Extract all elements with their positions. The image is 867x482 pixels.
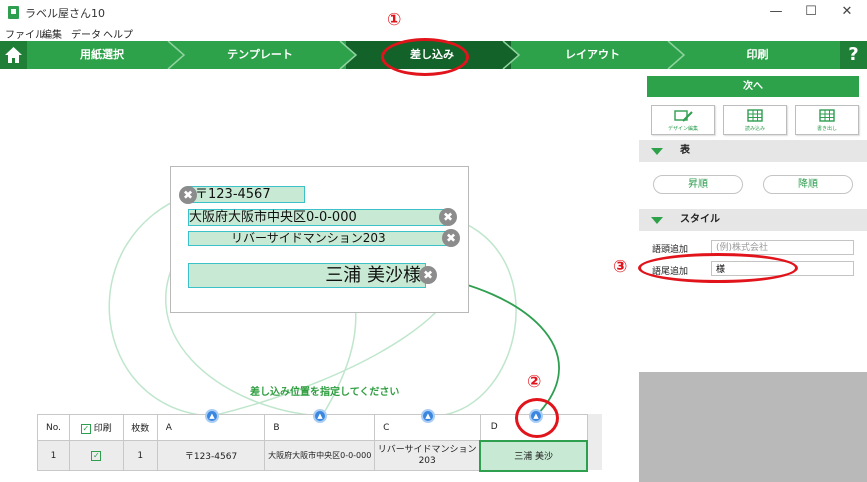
section-style-header[interactable]: スタイル xyxy=(639,209,867,231)
annotation-3: ③ xyxy=(613,257,628,277)
sort-descending-button[interactable]: 降順 xyxy=(763,175,853,194)
column-a-marker-icon[interactable]: ▲ xyxy=(205,409,219,423)
annotation-ellipse-1 xyxy=(381,38,469,76)
print-header-label: 印刷 xyxy=(93,424,112,434)
cell-b[interactable]: 大阪府大阪市中央区0-0-000 xyxy=(264,440,376,471)
collapse-triangle-icon xyxy=(651,217,663,224)
section-table-title: 表 xyxy=(680,145,690,156)
pencil-table-icon xyxy=(674,110,693,122)
column-b-marker-icon[interactable]: ▲ xyxy=(313,409,327,423)
annotation-ellipse-3 xyxy=(638,253,798,283)
collapse-triangle-icon xyxy=(651,148,663,155)
design-edit-button[interactable]: デザイン編集 xyxy=(651,105,715,135)
delete-icon[interactable]: ✖ xyxy=(419,266,437,284)
checkbox-icon[interactable]: ✓ xyxy=(80,423,91,434)
table-export-icon xyxy=(819,109,835,122)
column-header-print[interactable]: ✓ 印刷 xyxy=(68,414,124,441)
data-table: No. ✓ 印刷 枚数 A B C D 1 ✓ 1 〒123-4567 大阪府大… xyxy=(37,414,588,472)
field-address[interactable]: 大阪府大阪市中央区0-0-000 xyxy=(188,209,446,226)
delete-icon[interactable]: ✖ xyxy=(439,208,457,226)
delete-icon[interactable]: ✖ xyxy=(179,186,197,204)
cell-count: 1 xyxy=(122,440,158,471)
field-postal[interactable]: 〒123-4567 xyxy=(188,186,305,203)
cell-no: 1 xyxy=(37,440,70,471)
cell-d-selected[interactable]: 三浦 美沙 xyxy=(479,439,588,472)
next-button[interactable]: 次へ xyxy=(647,76,859,97)
column-header-no: No. xyxy=(37,414,70,441)
section-table-header[interactable]: 表 xyxy=(639,140,867,162)
table-import-icon xyxy=(747,109,763,122)
merge-hint: 差し込み位置を指定してください xyxy=(250,387,400,398)
cell-print[interactable]: ✓ xyxy=(68,440,124,471)
import-label: 読み込み xyxy=(744,126,765,132)
annotation-2: ② xyxy=(527,372,542,392)
export-label: 書き出し xyxy=(816,126,837,132)
sort-ascending-button[interactable]: 昇順 xyxy=(653,175,743,194)
field-building[interactable]: リバーサイドマンション203 xyxy=(188,231,448,246)
cell-c[interactable]: リバーサイドマンション 203 xyxy=(374,440,481,471)
annotation-1: ① xyxy=(387,10,402,30)
column-header-count: 枚数 xyxy=(122,414,158,441)
design-edit-label: デザイン編集 xyxy=(667,126,698,132)
import-button[interactable]: 読み込み xyxy=(723,105,787,135)
checkbox-icon[interactable]: ✓ xyxy=(91,450,102,461)
delete-icon[interactable]: ✖ xyxy=(442,229,460,247)
prefix-label: 語頭追加 xyxy=(652,245,689,255)
cell-a[interactable]: 〒123-4567 xyxy=(156,440,266,471)
export-button[interactable]: 書き出し xyxy=(795,105,859,135)
field-name[interactable]: 三浦 美沙様 xyxy=(188,263,426,288)
table-header-row: No. ✓ 印刷 枚数 A B C D xyxy=(37,414,588,441)
section-style-title: スタイル xyxy=(680,214,720,225)
table-row[interactable]: 1 ✓ 1 〒123-4567 大阪府大阪市中央区0-0-000 リバーサイドマ… xyxy=(37,439,588,472)
column-c-marker-icon[interactable]: ▲ xyxy=(421,409,435,423)
annotation-ellipse-2 xyxy=(515,398,559,438)
